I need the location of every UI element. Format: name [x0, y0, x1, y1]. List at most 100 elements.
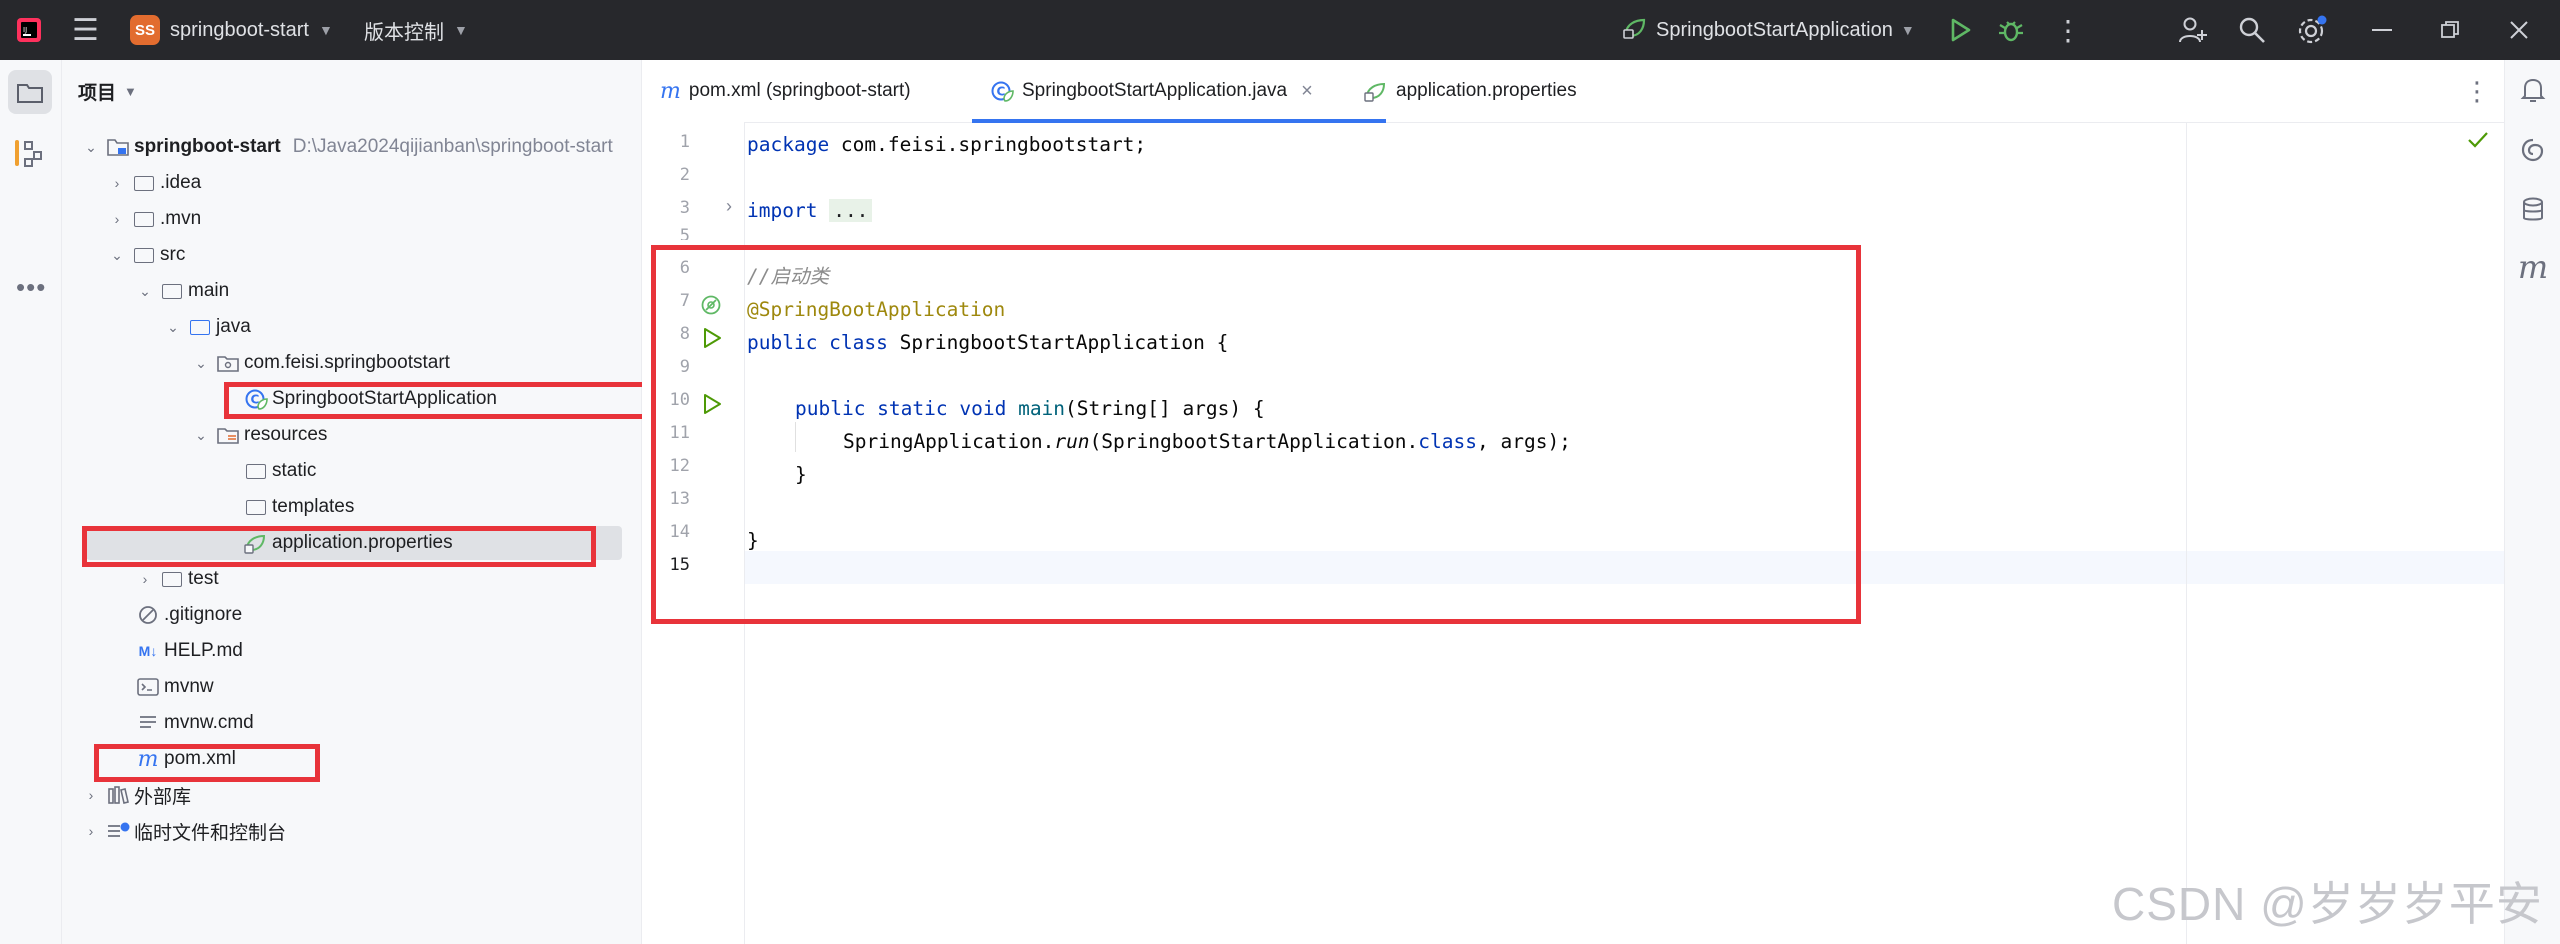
scratch-icon — [106, 821, 130, 841]
chevron-down-icon: ⌄ — [85, 138, 97, 155]
close-icon[interactable] — [2508, 0, 2530, 60]
chevron-down-icon: ⌄ — [111, 246, 123, 263]
run-icon[interactable] — [1948, 0, 1972, 60]
code-line-3: import ... — [747, 194, 873, 227]
minimize-icon[interactable] — [2372, 0, 2392, 60]
folder-icon — [17, 84, 43, 103]
add-user-icon[interactable] — [2178, 0, 2208, 60]
project-name: springboot-start — [170, 18, 309, 41]
right-tool-strip: m — [2504, 60, 2560, 944]
tree-item-idea[interactable]: › .idea — [108, 166, 202, 200]
restore-icon[interactable] — [2440, 0, 2460, 60]
tree-item-label: static — [272, 460, 317, 481]
right-margin-guide — [2186, 122, 2187, 944]
tree-item-external-libraries[interactable]: › 外部库 — [82, 778, 191, 812]
project-switcher[interactable]: SS springboot-start ▼ — [130, 0, 333, 60]
tab-label: pom.xml (springboot-start) — [688, 80, 911, 101]
line-number: 2 — [679, 165, 690, 185]
chevron-down-icon: ▼ — [318, 22, 333, 38]
folder-icon — [160, 569, 184, 589]
editor-tab-bar: m pom.xml (springboot-start) C Springboo… — [642, 60, 2504, 123]
line-number: 1 — [679, 132, 690, 152]
tree-item-mvnw-cmd[interactable]: mvnw.cmd — [130, 706, 254, 740]
tree-item-label: 外部库 — [134, 786, 192, 808]
tab-application-properties[interactable]: application.properties — [1364, 60, 1577, 122]
search-icon[interactable] — [2238, 0, 2266, 60]
run-config-selector[interactable]: SpringbootStartApplication ▼ — [1622, 0, 1915, 60]
tree-item-label: main — [188, 280, 230, 301]
folder-icon — [160, 281, 184, 301]
chevron-down-icon: ▼ — [1900, 22, 1915, 38]
close-tab-icon[interactable]: × — [1301, 80, 1313, 103]
line-number: 5 — [679, 226, 690, 240]
annotation-box-pom-xml — [94, 744, 320, 782]
tree-root-row[interactable]: ⌄ springboot-start D:\Java2024qijianban\… — [82, 130, 613, 164]
tab-options-icon[interactable]: ⋮ — [2464, 60, 2490, 122]
tree-item-label: 临时文件和控制台 — [134, 822, 287, 844]
tree-item-static[interactable]: static — [238, 454, 316, 488]
tree-item-label: resources — [244, 424, 328, 445]
inspection-ok-icon[interactable] — [2467, 130, 2489, 155]
more-actions-icon[interactable]: ⋮ — [2054, 0, 2082, 60]
chevron-right-icon: › — [114, 211, 120, 227]
text-file-icon — [136, 713, 160, 733]
ai-assistant-icon[interactable] — [2505, 136, 2560, 171]
tree-item-label: src — [160, 244, 186, 265]
source-folder-icon — [188, 317, 212, 337]
debug-icon[interactable] — [1998, 0, 2024, 60]
tree-item-mvnw[interactable]: mvnw — [130, 670, 214, 704]
tree-item-help-md[interactable]: M↓ HELP.md — [130, 634, 243, 668]
chevron-right-icon: › — [114, 175, 120, 191]
code-line-1: package com.feisi.springbootstart; — [747, 128, 1146, 161]
maven-icon: m — [660, 78, 681, 104]
tree-item-src[interactable]: ⌄ src — [108, 238, 185, 272]
tree-item-main[interactable]: ⌄ main — [136, 274, 229, 308]
tree-item-package[interactable]: ⌄ com.feisi.springbootstart — [192, 346, 450, 380]
tree-item-java[interactable]: ⌄ java — [164, 310, 251, 344]
project-badge: SS — [130, 15, 160, 45]
tree-item-gitignore[interactable]: .gitignore — [130, 598, 242, 632]
code-text: com.feisi.springbootstart; — [829, 133, 1147, 156]
tree-item-label: java — [216, 316, 251, 337]
tree-item-resources[interactable]: ⌄ resources — [192, 418, 327, 452]
tree-item-mvn[interactable]: › .mvn — [108, 202, 202, 236]
folder-icon — [132, 245, 156, 265]
settings-gear-icon[interactable] — [2296, 0, 2328, 60]
database-icon[interactable] — [2505, 196, 2560, 231]
chevron-right-icon: › — [88, 787, 94, 803]
project-tool-button[interactable] — [8, 70, 52, 114]
folder-icon — [244, 461, 268, 481]
tree-item-label: mvnw.cmd — [164, 712, 254, 733]
tree-item-label: com.feisi.springbootstart — [244, 352, 450, 373]
tree-item-label: .mvn — [160, 208, 202, 229]
tree-item-templates[interactable]: templates — [238, 490, 354, 524]
annotation-box-application-class — [224, 382, 654, 419]
more-tools-icon[interactable]: ••• — [16, 272, 46, 303]
tab-spring-application[interactable]: C SpringbootStartApplication.java × — [972, 60, 1386, 123]
maven-tool-icon[interactable]: m — [2505, 248, 2560, 286]
annotation-box-application-properties — [82, 526, 596, 567]
project-panel-header[interactable]: 项目 ▼ — [78, 78, 137, 105]
root-path: D:\Java2024qijianban\springboot-start — [292, 136, 613, 157]
line-number: 3 — [679, 198, 690, 218]
folder-icon — [244, 497, 268, 517]
notifications-icon[interactable] — [2505, 76, 2560, 111]
keyword: import — [747, 199, 818, 222]
svg-text:IJ: IJ — [23, 26, 27, 34]
tab-pom-xml[interactable]: m pom.xml (springboot-start) — [660, 60, 911, 122]
fold-expand-icon[interactable]: › — [726, 196, 732, 217]
keyword: package — [747, 133, 830, 156]
structure-tool-button[interactable] — [14, 138, 44, 173]
annotation-box-code — [651, 245, 1861, 624]
tree-item-scratches[interactable]: › 临时文件和控制台 — [82, 814, 286, 848]
main-menu-icon[interactable]: ☰ — [72, 0, 99, 60]
folded-imports[interactable]: ... — [829, 199, 873, 222]
tree-item-test[interactable]: › test — [136, 562, 219, 596]
tree-item-label: .gitignore — [164, 604, 243, 625]
chevron-down-icon: ⌄ — [195, 426, 207, 443]
tree-item-label: test — [188, 568, 219, 589]
chevron-right-icon: › — [142, 571, 148, 587]
intellij-logo-icon[interactable]: IJ — [14, 0, 44, 60]
run-config-name: SpringbootStartApplication — [1656, 18, 1893, 41]
vcs-menu[interactable]: 版本控制 ▼ — [364, 0, 468, 60]
